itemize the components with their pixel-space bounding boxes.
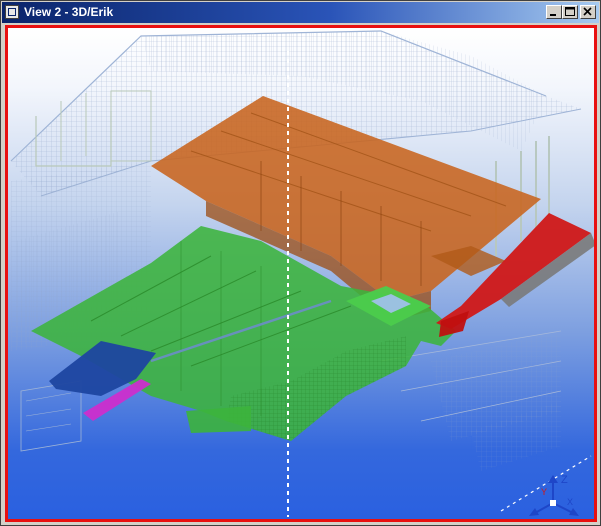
axis-z-label: Z	[561, 474, 568, 486]
axis-x-label: X	[567, 497, 573, 507]
maximize-icon	[565, 7, 575, 16]
axis-y-label: Y	[541, 487, 547, 497]
view-icon	[5, 5, 19, 19]
3d-viewport[interactable]: Z Y X	[5, 25, 597, 522]
maximize-button[interactable]	[562, 5, 578, 19]
minimize-icon	[550, 14, 556, 16]
model-scene	[10, 30, 594, 517]
minimize-button[interactable]	[546, 5, 562, 19]
close-icon	[583, 7, 592, 16]
title-bar[interactable]: View 2 - 3D/Erik	[2, 2, 599, 23]
window-title: View 2 - 3D/Erik	[24, 5, 114, 19]
axis-gizmo[interactable]: Z Y X	[521, 471, 591, 519]
view-window: View 2 - 3D/Erik Z Y X	[0, 0, 601, 526]
close-button[interactable]	[580, 5, 596, 19]
